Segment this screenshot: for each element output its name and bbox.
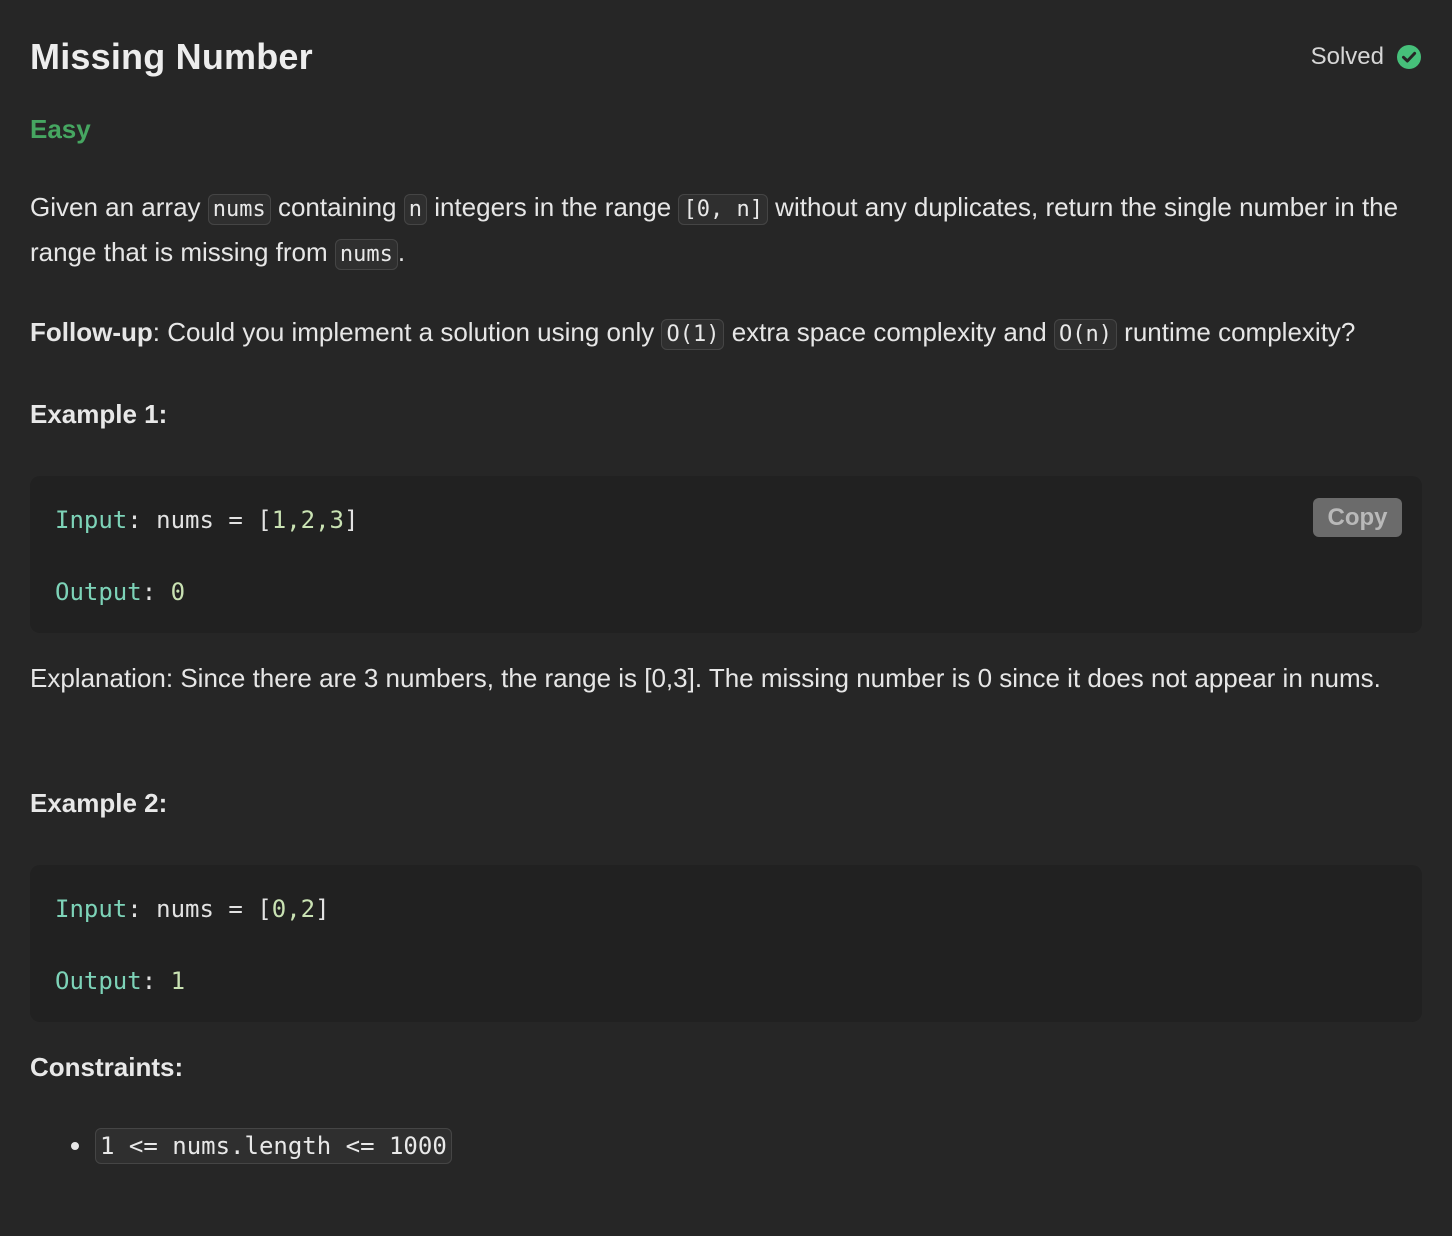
example-1-explanation: Explanation: Since there are 3 numbers, …	[30, 663, 1381, 693]
input-prefix: : nums = [	[127, 506, 272, 534]
inline-code: O(1)	[661, 319, 725, 350]
follow-up-text: extra space complexity and	[724, 317, 1054, 347]
solved-label: Solved	[1310, 43, 1384, 70]
inline-code: nums	[334, 239, 398, 270]
input-values: 1,2,3	[271, 506, 344, 534]
input-suffix: ]	[344, 506, 359, 534]
follow-up-text: : Could you implement a solution using o…	[152, 317, 662, 347]
example-2-output: Output: 1	[55, 967, 185, 995]
bullet-icon	[71, 1142, 79, 1150]
description-text: containing	[270, 192, 404, 222]
problem-description: Given an array nums containing n integer…	[30, 186, 1422, 276]
inline-code: O(n)	[1053, 319, 1117, 350]
follow-up-label: Follow-up	[30, 317, 153, 347]
input-suffix: ]	[315, 895, 330, 923]
constraints-heading: Constraints:	[30, 1052, 184, 1082]
difficulty-badge: Easy	[30, 114, 91, 144]
input-label: Input	[55, 506, 128, 534]
check-circle-icon	[1397, 45, 1421, 69]
input-values: 0,2	[271, 895, 316, 923]
copy-button[interactable]: Copy	[1313, 498, 1402, 537]
output-separator: :	[141, 967, 171, 995]
example-2-code-block: Input: nums = [0,2] Output: 1	[30, 865, 1422, 1022]
problem-page: Missing Number Solved Easy Given an arra…	[0, 0, 1452, 1236]
description-text: .	[397, 237, 406, 267]
example-1-heading: Example 1:	[30, 399, 168, 429]
example-2-heading: Example 2:	[30, 788, 168, 818]
inline-code: [0, n]	[678, 194, 768, 225]
example-2-input: Input: nums = [0,2]	[55, 895, 330, 923]
output-value: 0	[170, 578, 186, 606]
solved-status: Solved	[1311, 43, 1422, 71]
example-1-output: Output: 0	[55, 578, 185, 606]
constraints-list: 1 <= nums.length <= 1000	[30, 1128, 452, 1164]
example-1-input: Input: nums = [1,2,3]	[55, 506, 358, 534]
inline-code: nums	[207, 194, 271, 225]
constraint-item: 1 <= nums.length <= 1000	[30, 1128, 452, 1164]
example-1-code-block: Input: nums = [1,2,3] Output: 0 Copy	[30, 476, 1422, 633]
output-value: 1	[170, 967, 186, 995]
output-label: Output	[55, 967, 142, 995]
problem-title: Missing Number	[30, 36, 313, 77]
follow-up: Follow-up: Could you implement a solutio…	[30, 311, 1422, 356]
constraint-code: 1 <= nums.length <= 1000	[95, 1128, 452, 1164]
follow-up-text: runtime complexity?	[1116, 317, 1356, 347]
output-separator: :	[141, 578, 171, 606]
input-prefix: : nums = [	[127, 895, 272, 923]
output-label: Output	[55, 578, 142, 606]
inline-code: n	[403, 194, 427, 225]
input-label: Input	[55, 895, 128, 923]
problem-header: Missing Number Solved	[30, 32, 1422, 82]
description-text: integers in the range	[426, 192, 679, 222]
description-text: Given an array	[30, 192, 208, 222]
